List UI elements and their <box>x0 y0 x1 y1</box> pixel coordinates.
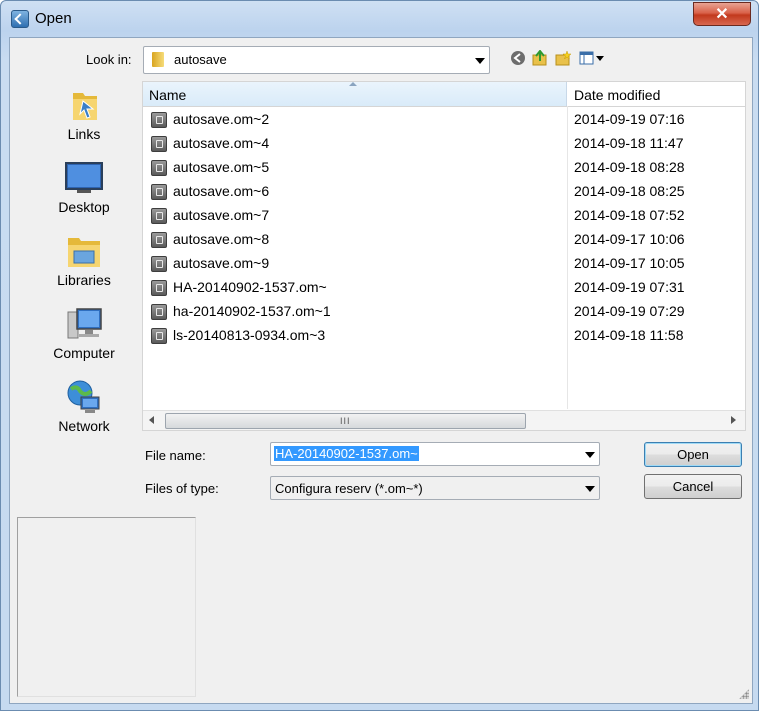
file-row[interactable]: ls-20140813-0934.om~3 2014-09-18 11:58 <box>143 324 745 348</box>
file-date: 2014-09-18 11:58 <box>574 327 684 343</box>
file-row[interactable]: autosave.om~4 2014-09-18 11:47 <box>143 132 745 156</box>
place-desktop[interactable]: Desktop <box>18 160 150 215</box>
computer-icon <box>65 306 103 342</box>
open-button[interactable]: Open <box>644 442 742 467</box>
file-icon <box>151 184 167 200</box>
file-icon <box>151 208 167 224</box>
file-list[interactable]: Name Date modified autosave.om~2 2014-09-… <box>142 81 746 431</box>
place-computer[interactable]: Computer <box>18 306 150 361</box>
scrollbar-thumb[interactable]: III <box>165 413 526 429</box>
file-date: 2014-09-19 07:31 <box>574 279 685 295</box>
place-label: Computer <box>53 345 115 361</box>
file-row[interactable]: ha-20140902-1537.om~1 2014-09-19 07:29 <box>143 300 745 324</box>
file-row[interactable]: autosave.om~5 2014-09-18 08:28 <box>143 156 745 180</box>
folder-icon <box>152 52 164 67</box>
preview-pane <box>17 517 196 697</box>
place-label: Desktop <box>58 199 110 215</box>
new-folder-icon[interactable] <box>555 50 572 66</box>
file-date: 2014-09-19 07:29 <box>574 303 685 319</box>
file-name: autosave.om~6 <box>173 183 270 199</box>
file-icon <box>151 280 167 296</box>
file-type-select[interactable]: Configura reserv (*.om~*) <box>270 476 600 500</box>
file-name: autosave.om~8 <box>173 231 270 247</box>
open-dialog: Open ✕ Look in: autosave Links Desktop L… <box>0 0 759 711</box>
file-date: 2014-09-17 10:06 <box>574 231 685 247</box>
file-date: 2014-09-18 07:52 <box>574 207 685 223</box>
file-icon <box>151 232 167 248</box>
cancel-button[interactable]: Cancel <box>644 474 742 499</box>
file-name: autosave.om~5 <box>173 159 270 175</box>
network-icon <box>65 379 103 415</box>
file-date: 2014-09-19 07:16 <box>574 111 685 127</box>
scroll-right-icon[interactable] <box>731 416 736 424</box>
file-row[interactable]: HA-20140902-1537.om~ 2014-09-19 07:31 <box>143 276 745 300</box>
look-in-value: autosave <box>174 52 227 67</box>
sort-ascending-icon <box>349 82 357 86</box>
file-name: autosave.om~7 <box>173 207 270 223</box>
chevron-down-icon[interactable] <box>475 58 485 64</box>
grip-icon: III <box>340 416 351 426</box>
file-icon <box>151 136 167 152</box>
file-date: 2014-09-18 08:25 <box>574 183 685 199</box>
file-icon <box>151 160 167 176</box>
place-links[interactable]: Links <box>18 87 150 142</box>
links-folder-icon <box>65 87 103 123</box>
dialog-client: Look in: autosave Links Desktop Librarie… <box>9 37 753 704</box>
place-label: Libraries <box>57 272 111 288</box>
file-icon <box>151 256 167 272</box>
horizontal-scrollbar[interactable]: III <box>143 410 745 430</box>
file-icon <box>151 328 167 344</box>
look-in-label: Look in: <box>86 52 132 67</box>
file-icon <box>151 112 167 128</box>
libraries-icon <box>65 233 103 269</box>
file-name: autosave.om~4 <box>173 135 270 151</box>
place-label: Network <box>58 418 110 434</box>
file-date: 2014-09-18 11:47 <box>574 135 684 151</box>
close-icon: ✕ <box>715 6 729 23</box>
up-folder-icon[interactable] <box>532 49 548 66</box>
file-date: 2014-09-17 10:05 <box>574 255 685 271</box>
chevron-down-icon[interactable] <box>585 486 595 492</box>
file-row[interactable]: autosave.om~7 2014-09-18 07:52 <box>143 204 745 228</box>
file-name-value: HA-20140902-1537.om~ <box>274 446 419 461</box>
file-name: ls-20140813-0934.om~3 <box>173 327 326 343</box>
look-in-combo[interactable]: autosave <box>143 46 490 74</box>
file-type-label: Files of type: <box>145 481 219 496</box>
place-libraries[interactable]: Libraries <box>18 233 150 288</box>
file-row[interactable]: autosave.om~9 2014-09-17 10:05 <box>143 252 745 276</box>
file-name: autosave.om~9 <box>173 255 270 271</box>
file-row[interactable]: autosave.om~6 2014-09-18 08:25 <box>143 180 745 204</box>
list-header: Name Date modified <box>143 82 745 107</box>
view-menu-icon[interactable] <box>579 50 605 66</box>
window-title: Open <box>35 10 72 27</box>
close-button[interactable]: ✕ <box>693 2 751 26</box>
file-date: 2014-09-18 08:28 <box>574 159 685 175</box>
column-header-name[interactable]: Name <box>143 82 567 106</box>
file-name-input[interactable]: HA-20140902-1537.om~ <box>270 442 600 466</box>
desktop-icon <box>65 160 103 196</box>
place-network[interactable]: Network <box>18 379 150 434</box>
scroll-left-icon[interactable] <box>149 416 154 424</box>
resize-grip-icon[interactable] <box>739 689 749 699</box>
app-icon <box>11 10 29 28</box>
back-icon[interactable] <box>510 50 526 66</box>
chevron-down-icon[interactable] <box>585 452 595 458</box>
place-label: Links <box>67 126 101 142</box>
file-icon <box>151 304 167 320</box>
places-bar: Links Desktop Libraries Computer Network <box>18 81 142 495</box>
file-row[interactable]: autosave.om~8 2014-09-17 10:06 <box>143 228 745 252</box>
file-type-value: Configura reserv (*.om~*) <box>275 481 423 496</box>
file-name: HA-20140902-1537.om~ <box>173 279 327 295</box>
file-name: autosave.om~2 <box>173 111 270 127</box>
file-name: ha-20140902-1537.om~1 <box>173 303 331 319</box>
title-bar: Open ✕ <box>1 1 758 37</box>
file-name-label: File name: <box>145 448 206 463</box>
file-row[interactable]: autosave.om~2 2014-09-19 07:16 <box>143 108 745 132</box>
column-header-date[interactable]: Date modified <box>568 82 745 106</box>
